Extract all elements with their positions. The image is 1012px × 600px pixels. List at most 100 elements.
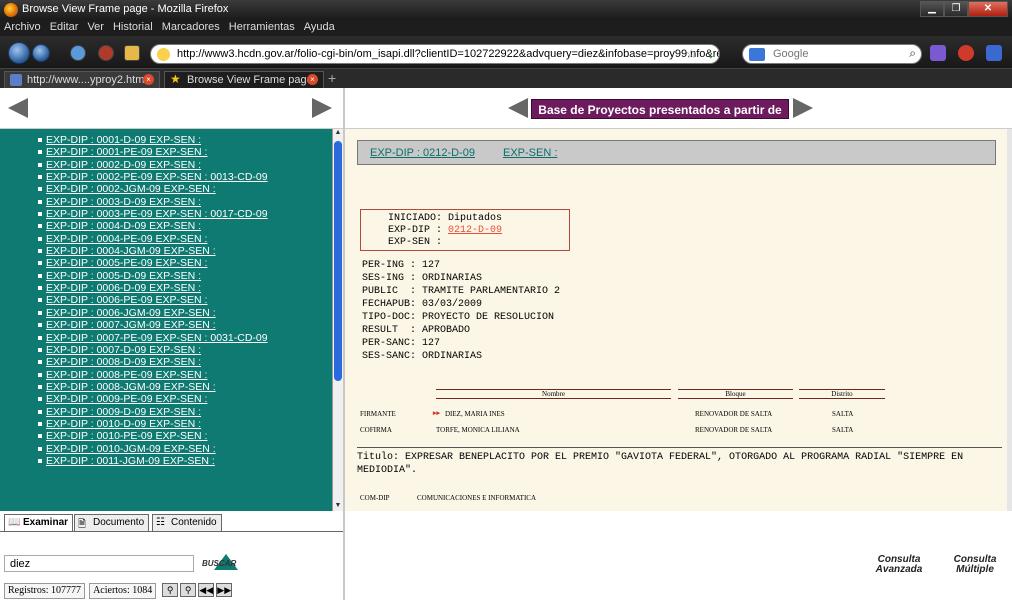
list-item: EXP-DIP : 0003-PE-09 EXP-SEN : 0017-CD-0… [38,208,343,220]
close-tab-icon[interactable]: × [143,74,154,85]
previous-arrow-icon[interactable] [8,98,28,118]
record-link[interactable]: EXP-DIP : 0011-JGM-09 EXP-SEN : [46,455,215,467]
new-tab-button[interactable]: + [328,70,336,86]
stop-icon[interactable] [98,45,114,61]
list-item: EXP-DIP : 0006-PE-09 EXP-SEN : [38,294,343,306]
window-title: Browse View Frame page - Mozilla Firefox [22,3,229,15]
record-link[interactable]: EXP-DIP : 0005-D-09 EXP-SEN : [46,270,201,282]
consulta-multiple-button[interactable]: Consulta Múltiple [946,555,1004,575]
record-link[interactable]: EXP-DIP : 0007-JGM-09 EXP-SEN : [46,319,216,331]
record-link[interactable]: EXP-DIP : 0002-JGM-09 EXP-SEN : [46,183,216,195]
bookmark-star-icon[interactable]: ☆ [685,46,697,62]
query-input[interactable] [4,555,194,572]
maximize-button[interactable]: ❐ [944,1,968,17]
record-title: Titulo: EXPRESAR BENEPLACITO POR EL PREM… [357,447,1002,477]
list-item: EXP-DIP : 0007-JGM-09 EXP-SEN : [38,319,343,331]
record-link[interactable]: EXP-DIP : 0008-D-09 EXP-SEN : [46,356,201,368]
tab-contenido[interactable]: ☷ Contenido [152,514,222,531]
record-link[interactable]: EXP-DIP : 0005-PE-09 EXP-SEN : [46,257,207,269]
record-link[interactable]: EXP-DIP : 0006-JGM-09 EXP-SEN : [46,307,216,319]
list-item: EXP-DIP : 0002-PE-09 EXP-SEN : 0013-CD-0… [38,171,343,183]
record-link[interactable]: EXP-DIP : 0008-PE-09 EXP-SEN : [46,369,207,381]
close-button[interactable]: ✕ [968,1,1008,17]
exp-sen-link[interactable]: EXP-SEN : [503,147,557,159]
buscar-button[interactable]: BUSCAR [202,554,238,574]
tab-browse-view[interactable]: ★ Browse View Frame page × [164,71,324,88]
minimize-button[interactable]: ▁ [920,1,944,17]
record-link[interactable]: EXP-DIP : 0006-PE-09 EXP-SEN : [46,294,207,306]
addon-icon[interactable] [958,45,974,61]
field-per-ing: PER-ING : 127 [362,260,441,271]
site-identity-icon[interactable] [157,48,170,61]
record-link[interactable]: EXP-DIP : 0002-PE-09 EXP-SEN : 0013-CD-0… [46,171,268,183]
forward-icon[interactable] [32,44,50,62]
menu-ayuda[interactable]: Ayuda [300,20,340,33]
search-icon[interactable]: ⌕ [909,46,916,61]
search-input[interactable] [773,47,893,61]
search-engine-icon[interactable] [749,48,765,61]
record-link[interactable]: EXP-DIP : 0001-PE-09 EXP-SEN : [46,146,207,158]
document-scrollbar[interactable] [1007,129,1012,511]
url-text: http://www3.hcdn.gov.ar/folio-cgi-bin/om… [177,48,720,60]
binoculars-icon[interactable]: ⚲ [162,583,179,597]
star-icon: ★ [170,72,181,86]
addon-icon[interactable] [930,45,946,61]
tab-examinar[interactable]: 📖 Examinar [4,514,74,531]
url-bar[interactable]: http://www3.hcdn.gov.ar/folio-cgi-bin/om… [150,44,720,64]
record-link[interactable]: EXP-DIP : 0007-PE-09 EXP-SEN : 0031-CD-0… [46,332,268,344]
reload-icon[interactable] [70,45,86,61]
go-arrow-icon[interactable]: ↓ [708,47,714,61]
menu-ver[interactable]: Ver [83,20,109,33]
record-link[interactable]: EXP-DIP : 0003-PE-09 EXP-SEN : 0017-CD-0… [46,208,268,220]
back-icon[interactable] [8,42,30,64]
menu-editar[interactable]: Editar [46,20,84,33]
search-box[interactable]: ⌕ [742,44,922,64]
tab-label: Browse View Frame page [187,74,313,86]
record-link[interactable]: EXP-DIP : 0004-D-09 EXP-SEN : [46,220,201,232]
menu-historial[interactable]: Historial [109,20,158,33]
tab-proyectos[interactable]: http://www....yproy2.html × [4,71,160,88]
next-record-arrow-icon[interactable] [793,98,813,118]
home-icon[interactable] [124,45,140,61]
list-item: EXP-DIP : 0007-PE-09 EXP-SEN : 0031-CD-0… [38,332,343,344]
record-link[interactable]: EXP-DIP : 0009-PE-09 EXP-SEN : [46,393,207,405]
record-link[interactable]: EXP-DIP : 0004-JGM-09 EXP-SEN : [46,245,216,257]
field-ses-sanc: SES-SANC: ORDINARIAS [362,351,483,362]
col-nombre-header: Nombre [436,389,671,399]
list-item: EXP-DIP : 0001-D-09 EXP-SEN : [38,134,343,146]
scroll-up-icon[interactable]: ▲ [333,129,343,139]
record-link[interactable]: EXP-DIP : 0001-D-09 EXP-SEN : [46,134,201,146]
previous-record-arrow-icon[interactable] [508,98,528,118]
record-link[interactable]: EXP-DIP : 0004-PE-09 EXP-SEN : [46,233,207,245]
addon-icon[interactable] [986,45,1002,61]
record-link[interactable]: EXP-DIP : 0010-D-09 EXP-SEN : [46,418,201,430]
record-link[interactable]: EXP-DIP : 0010-JGM-09 EXP-SEN : [46,443,216,455]
tab-documento[interactable]: 🗎 Documento [74,514,150,531]
record-link[interactable]: EXP-DIP : 0003-D-09 EXP-SEN : [46,196,201,208]
record-link[interactable]: EXP-DIP : 0008-JGM-09 EXP-SEN : [46,381,216,393]
menu-marcadores[interactable]: Marcadores [158,20,225,33]
list-item: EXP-DIP : 0010-D-09 EXP-SEN : [38,418,343,430]
record-link[interactable]: EXP-DIP : 0009-D-09 EXP-SEN : [46,406,201,418]
previous-hit-icon[interactable]: ◀◀ [198,583,215,597]
binoculars-multi-icon[interactable]: ⚲ [180,583,197,597]
record-link[interactable]: EXP-DIP : 0006-D-09 EXP-SEN : [46,282,201,294]
consulta-avanzada-button[interactable]: Consulta Avanzada [870,555,928,575]
record-link[interactable]: EXP-DIP : 0010-PE-09 EXP-SEN : [46,430,207,442]
close-tab-icon[interactable]: × [307,74,318,85]
record-link[interactable]: EXP-DIP : 0007-D-09 EXP-SEN : [46,344,201,356]
scroll-down-icon[interactable]: ▼ [333,502,343,511]
menu-archivo[interactable]: Archivo [0,20,46,33]
scroll-thumb[interactable] [334,141,342,381]
window-titlebar: Browse View Frame page - Mozilla Firefox… [0,0,1012,20]
col-distrito-header: Distrito [799,389,885,399]
list-scrollbar[interactable]: ▲ ▼ [332,129,343,511]
next-arrow-icon[interactable] [312,98,332,118]
tab-label: http://www....yproy2.html [27,74,147,86]
next-hit-icon[interactable]: ▶▶ [216,583,233,597]
exp-dip-link[interactable]: EXP-DIP : 0212-D-09 [370,147,475,159]
iniciado-label: INICIADO: [388,213,443,224]
record-link[interactable]: EXP-DIP : 0002-D-09 EXP-SEN : [46,159,201,171]
menu-herramientas[interactable]: Herramientas [225,20,300,33]
field-per-sanc: PER-SANC: 127 [362,338,441,349]
